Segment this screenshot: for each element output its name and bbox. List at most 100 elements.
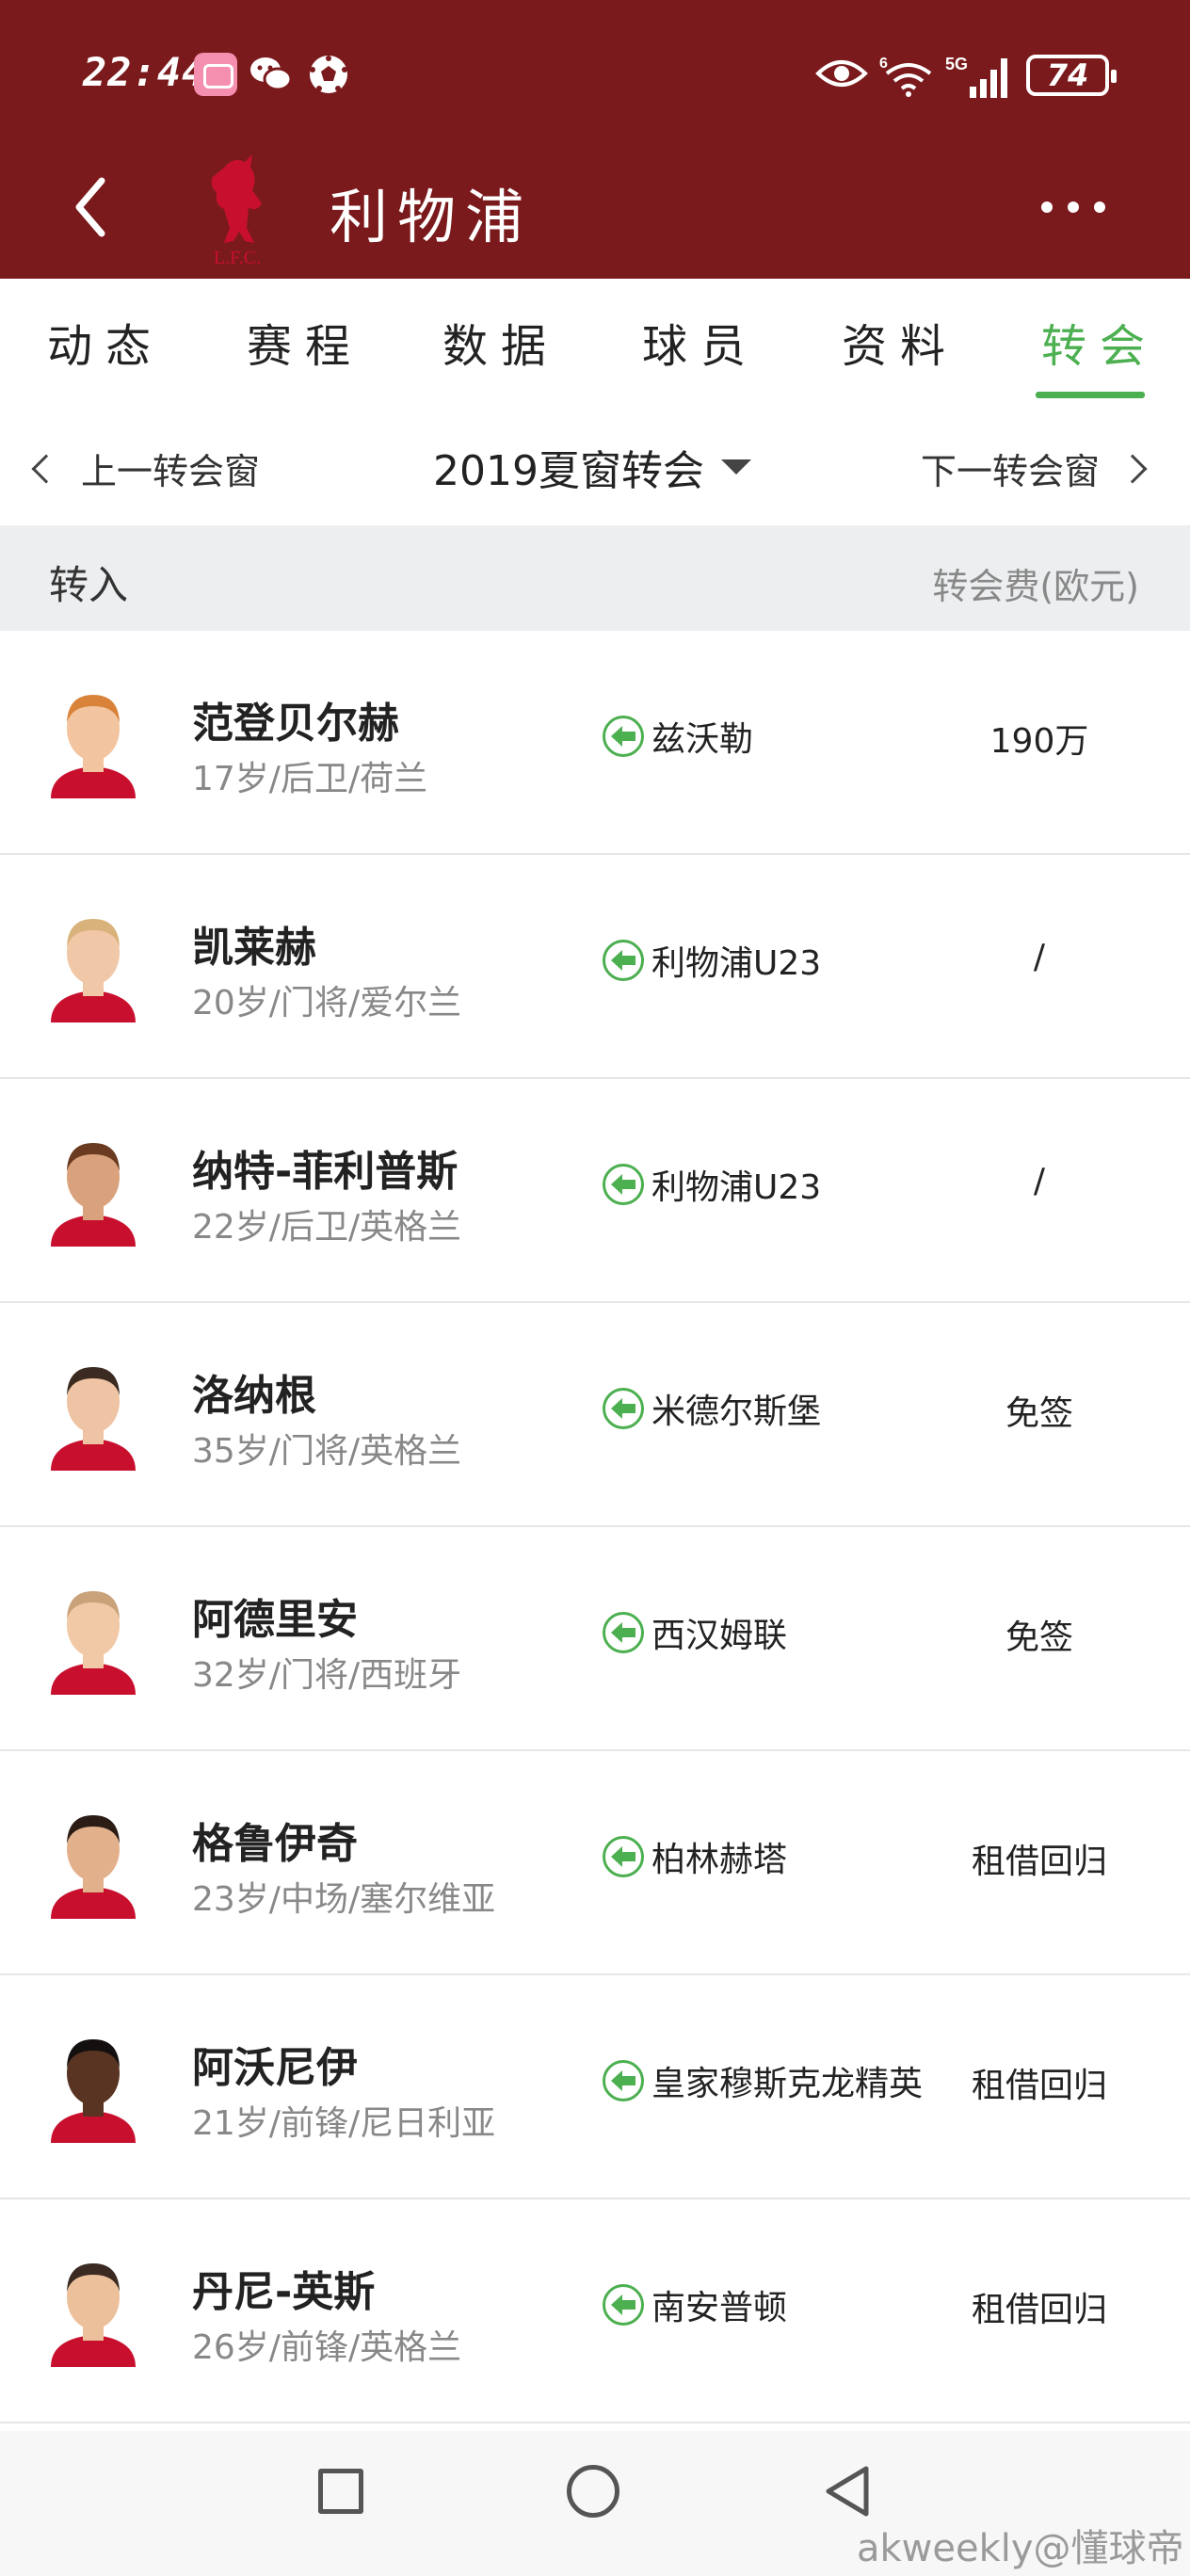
player-name: 阿沃尼伊 [192, 2044, 358, 2092]
transfer-row[interactable]: 洛纳根 35岁/门将/英格兰 米德尔斯堡 免签 [0, 1303, 1190, 1527]
network-label: 5G [945, 55, 968, 73]
wifi-icon: 6 [879, 55, 938, 98]
player-avatar [41, 2026, 145, 2143]
tab-info[interactable]: 资料 [842, 309, 958, 375]
caret-down-icon [720, 459, 751, 475]
home-button[interactable] [567, 2465, 619, 2518]
dongqiudi-app-icon [307, 53, 350, 96]
recent-apps-button[interactable] [318, 2469, 363, 2514]
chevron-right-icon [1118, 453, 1148, 484]
page-title: 利物浦 [330, 183, 534, 251]
eye-icon [815, 55, 868, 92]
from-club: 米德尔斯堡 [603, 1384, 821, 1433]
arrow-left-icon [603, 2284, 644, 2326]
player-info: 32岁/门将/西班牙 [192, 1656, 462, 1695]
from-club-name: 柏林赫塔 [651, 1841, 788, 1879]
transfer-row[interactable]: 凯莱赫 20岁/门将/爱尔兰 利物浦U23 / [0, 855, 1190, 1079]
transfer-fee: 免签 [1005, 1394, 1073, 1433]
tab-stats[interactable]: 数据 [442, 309, 559, 375]
chevron-left-icon [31, 453, 61, 484]
window-select-dropdown[interactable]: 2019夏窗转会 [433, 437, 751, 497]
from-club-name: 兹沃勒 [651, 720, 754, 759]
wifi-label: 6 [879, 56, 888, 72]
transfer-row[interactable]: 阿沃尼伊 21岁/前锋/尼日利亚 皇家穆斯克龙精英 租借回归 [0, 1975, 1190, 2199]
more-options-button[interactable] [1036, 188, 1111, 226]
liverbird-logo-icon: L.F.C. [196, 149, 279, 269]
tab-players[interactable]: 球员 [642, 309, 759, 375]
player-name: 丹尼-英斯 [192, 2268, 376, 2316]
from-club-name: 南安普顿 [651, 2289, 788, 2327]
player-avatar [41, 682, 145, 798]
watermark: akweekly@懂球帝 [857, 2527, 1184, 2570]
tab-transfers[interactable]: 转会 [1041, 309, 1158, 375]
active-tab-indicator [1036, 392, 1145, 398]
from-club: 兹沃勒 [603, 712, 753, 761]
battery-icon: 74 [1026, 55, 1117, 96]
transfer-row[interactable]: 阿德里安 32岁/门将/西班牙 西汉姆联 免签 [0, 1527, 1190, 1751]
status-time: 22:44 [83, 49, 207, 95]
from-club-name: 西汉姆联 [651, 1617, 788, 1655]
from-club-name: 利物浦U23 [651, 1168, 822, 1207]
status-bar: 22:44 6 5G 74 [0, 0, 1190, 141]
from-club: 南安普顿 [603, 2280, 787, 2329]
from-club: 皇家穆斯克龙精英 [603, 2056, 923, 2105]
from-club-name: 米德尔斯堡 [651, 1393, 822, 1431]
player-name: 格鲁伊奇 [192, 1820, 358, 1868]
transfer-fee: 租借回归 [971, 2291, 1107, 2329]
player-info: 20岁/门将/爱尔兰 [192, 984, 462, 1022]
arrow-left-icon [603, 1164, 644, 1205]
arrow-left-icon [603, 1388, 644, 1429]
arrow-left-icon [603, 2060, 644, 2101]
player-name: 阿德里安 [192, 1596, 358, 1644]
player-info: 26岁/前锋/英格兰 [192, 2328, 462, 2367]
player-avatar [41, 1578, 145, 1695]
back-button[interactable] [60, 169, 126, 245]
player-name: 范登贝尔赫 [192, 700, 399, 748]
arrow-left-icon [603, 716, 644, 757]
fee-column-header: 转会费(欧元) [932, 566, 1139, 607]
arrow-left-icon [603, 1836, 644, 1877]
tab-schedule[interactable]: 赛程 [247, 309, 363, 375]
transfer-fee: 免签 [1005, 1618, 1073, 1657]
section-header: 转入 转会费(欧元) [0, 525, 1190, 631]
player-avatar [41, 1802, 145, 1919]
player-avatar [41, 1354, 145, 1471]
from-club: 柏林赫塔 [603, 1832, 787, 1881]
transfer-row[interactable]: 纳特-菲利普斯 22岁/后卫/英格兰 利物浦U23 / [0, 1079, 1190, 1303]
player-avatar [41, 2250, 145, 2367]
player-info: 22岁/后卫/英格兰 [192, 1208, 462, 1247]
next-window-button[interactable]: 下一转会窗 [921, 443, 1148, 494]
tab-news[interactable]: 动态 [47, 309, 164, 375]
current-window-label: 2019夏窗转会 [433, 447, 704, 495]
next-window-label: 下一转会窗 [921, 451, 1101, 492]
system-nav-bar: akweekly@懂球帝 [0, 2431, 1190, 2576]
tab-bar: 动态 赛程 数据 球员 资料 转会 [0, 279, 1190, 405]
transfer-fee: 租借回归 [971, 1843, 1107, 1881]
transfer-row[interactable]: 格鲁伊奇 23岁/中场/塞尔维亚 柏林赫塔 租借回归 [0, 1751, 1190, 1975]
from-club: 利物浦U23 [603, 1160, 821, 1209]
transfer-window-switcher: 上一转会窗 2019夏窗转会 下一转会窗 [0, 405, 1190, 525]
transfer-fee: / [1033, 938, 1046, 976]
player-avatar [41, 906, 145, 1022]
player-info: 17岁/后卫/荷兰 [192, 760, 428, 798]
from-club: 西汉姆联 [603, 1608, 787, 1657]
wechat-app-icon [249, 53, 293, 96]
transfer-row[interactable]: 丹尼-英斯 26岁/前锋/英格兰 南安普顿 租借回归 [0, 2199, 1190, 2423]
app-header: 22:44 6 5G 74 L.F.C. 利物浦 [0, 0, 1190, 279]
arrow-left-icon [603, 940, 644, 981]
player-info: 23岁/中场/塞尔维亚 [192, 1880, 496, 1919]
nav-back-button[interactable] [821, 2463, 874, 2520]
prev-window-button[interactable]: 上一转会窗 [31, 443, 261, 494]
player-name: 纳特-菲利普斯 [192, 1148, 458, 1196]
battery-level: 74 [1046, 57, 1089, 93]
section-title: 转入 [49, 562, 129, 608]
prev-window-label: 上一转会窗 [81, 451, 261, 492]
title-bar: L.F.C. 利物浦 [0, 141, 1190, 279]
logo-text: L.F.C. [214, 248, 261, 268]
arrow-left-icon [603, 1612, 644, 1653]
player-avatar [41, 1130, 145, 1247]
bilibili-app-icon [194, 53, 237, 96]
transfer-fee: 租借回归 [971, 2067, 1107, 2105]
transfer-row[interactable]: 范登贝尔赫 17岁/后卫/荷兰 兹沃勒 190万 [0, 631, 1190, 855]
from-club-name: 利物浦U23 [651, 944, 822, 983]
